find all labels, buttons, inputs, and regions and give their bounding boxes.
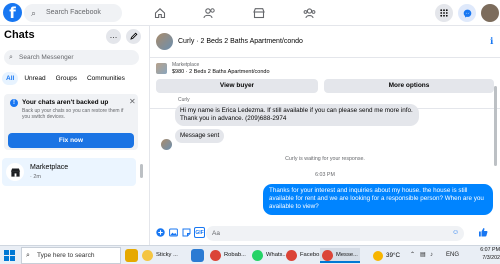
- taskbar-search-placeholder: Type here to search: [37, 252, 95, 259]
- plus-icon[interactable]: [155, 227, 166, 238]
- facebook-search-placeholder: Search Facebook: [46, 9, 101, 16]
- filter-all[interactable]: All: [2, 72, 19, 85]
- volume-icon[interactable]: ♪: [430, 249, 433, 262]
- listing-thumbnail[interactable]: [156, 63, 167, 74]
- messenger-search-input[interactable]: ⌕ Search Messenger: [4, 50, 139, 65]
- taskbar-app-messenger[interactable]: Messe...: [320, 248, 360, 263]
- like-icon[interactable]: [478, 227, 488, 239]
- filter-unread[interactable]: Unread: [20, 72, 49, 85]
- profile-avatar[interactable]: [481, 4, 499, 22]
- chrome-icon: [286, 250, 297, 261]
- incoming-message-2[interactable]: Message sent: [175, 129, 225, 144]
- clock-date: 7/3/202: [482, 254, 500, 261]
- system-clock[interactable]: 6:07 PM 7/3/202: [478, 247, 500, 262]
- network-icon[interactable]: ▤: [420, 249, 426, 262]
- sticky-notes-icon: [142, 250, 153, 261]
- sun-icon: [373, 251, 383, 261]
- taskbar-app-robab-label: Robab...: [224, 252, 246, 258]
- weather-temp: 39°C: [386, 252, 401, 259]
- conversation-panel: Curly · 2 Beds 2 Baths Apartment/condo ℹ…: [150, 26, 500, 245]
- gif-icon[interactable]: GIF: [194, 227, 205, 238]
- chat-item-time: · 2m: [30, 174, 41, 180]
- close-icon[interactable]: ✕: [129, 97, 136, 106]
- grid-menu-icon[interactable]: [435, 4, 453, 22]
- taskbar-app-messenger-label: Messe...: [336, 252, 358, 258]
- outgoing-message[interactable]: Thanks for your interest and inquiries a…: [263, 184, 493, 215]
- sticker-icon[interactable]: [181, 227, 192, 238]
- chrome-icon: [322, 250, 333, 261]
- more-options-button[interactable]: More options: [324, 79, 494, 93]
- conversation-header: Curly · 2 Beds 2 Baths Apartment/condo ℹ: [150, 26, 500, 58]
- incoming-message[interactable]: Hi my name is Erica Ledezma. If still av…: [175, 104, 419, 127]
- chrome-icon: [210, 250, 221, 261]
- backup-warning-card: ! Your chats aren't backed up Back up yo…: [4, 94, 138, 150]
- marketplace-listing-bar: Marketplace $980 · 2 Beds 2 Baths Apartm…: [150, 59, 500, 109]
- facebook-search-input[interactable]: ⌕ Search Facebook: [24, 4, 122, 22]
- chat-list-item-marketplace[interactable]: Marketplace · 2m: [2, 158, 136, 186]
- chat-item-name: Marketplace: [30, 164, 69, 171]
- messenger-search-placeholder: Search Messenger: [19, 54, 74, 61]
- filter-groups[interactable]: Groups: [52, 72, 81, 85]
- groups-icon[interactable]: [300, 4, 318, 22]
- image-icon[interactable]: [168, 227, 179, 238]
- conversation-title[interactable]: Curly · 2 Beds 2 Baths Apartment/condo: [178, 38, 303, 45]
- sender-name: Curly: [178, 97, 190, 103]
- filter-communities[interactable]: Communities: [83, 72, 129, 85]
- view-buyer-button[interactable]: View buyer: [156, 79, 318, 93]
- start-button[interactable]: [4, 250, 15, 261]
- chat-filters: All Unread Groups Communities: [2, 72, 129, 85]
- top-navigation-bar: f ⌕ Search Facebook: [0, 0, 500, 26]
- home-icon[interactable]: [151, 4, 169, 22]
- emoji-icon[interactable]: ☺: [452, 229, 459, 236]
- taskbar-app-robab[interactable]: Robab...: [208, 248, 248, 263]
- chats-title: Chats: [4, 29, 35, 41]
- taskbar-app-sticky[interactable]: Sticky ...: [140, 248, 190, 263]
- backup-title: Your chats aren't backed up: [22, 99, 109, 106]
- fix-now-button[interactable]: Fix now: [8, 133, 134, 148]
- taskbar-app-facebook[interactable]: Facebo...: [284, 248, 324, 263]
- chats-sidebar: Chats … ⌕ Search Messenger All Unread Gr…: [0, 26, 150, 245]
- marketplace-icon[interactable]: [250, 4, 268, 22]
- search-icon: ⌕: [26, 252, 30, 259]
- search-icon: ⌕: [31, 8, 37, 18]
- timestamp: 6:03 PM: [315, 172, 335, 178]
- conversation-scrollbar[interactable]: [494, 86, 497, 166]
- taskbar-app-sticky-label: Sticky ...: [156, 252, 178, 258]
- language-indicator[interactable]: ENG: [446, 249, 459, 262]
- message-input[interactable]: Aa: [206, 226, 464, 241]
- message-composer: GIF Aa ☺: [150, 222, 500, 245]
- tray-chevron-icon[interactable]: ⌃: [410, 249, 415, 262]
- compose-icon[interactable]: [126, 29, 141, 44]
- marketplace-label: Marketplace: [172, 62, 200, 68]
- backup-description: Back up your chats so you can restore th…: [22, 108, 124, 120]
- whatsapp-icon: [252, 250, 263, 261]
- search-icon: ⌕: [9, 54, 13, 61]
- sender-avatar[interactable]: [161, 139, 172, 150]
- listing-summary[interactable]: $980 · 2 Beds 2 Baths Apartment/condo: [172, 69, 270, 75]
- messenger-icon[interactable]: [458, 4, 476, 22]
- warning-icon: !: [10, 99, 18, 107]
- sidebar-scrollbar[interactable]: [140, 164, 143, 178]
- friends-icon[interactable]: [200, 4, 218, 22]
- weather-widget[interactable]: 39°C: [373, 248, 400, 263]
- info-icon[interactable]: ℹ: [490, 36, 493, 47]
- more-options-button[interactable]: …: [106, 29, 121, 44]
- marketplace-icon: [6, 163, 24, 181]
- file-explorer-icon[interactable]: [125, 249, 138, 262]
- facebook-logo[interactable]: f: [3, 3, 22, 22]
- clock-time: 6:07 PM: [480, 247, 500, 253]
- app-icon[interactable]: [191, 249, 204, 262]
- waiting-notice: Curly is waiting for your response.: [285, 156, 365, 162]
- taskbar-search-input[interactable]: ⌕ Type here to search: [21, 247, 121, 264]
- windows-taskbar: ⌕ Type here to search Sticky ... Robab..…: [0, 245, 500, 264]
- listing-avatar[interactable]: [156, 33, 173, 50]
